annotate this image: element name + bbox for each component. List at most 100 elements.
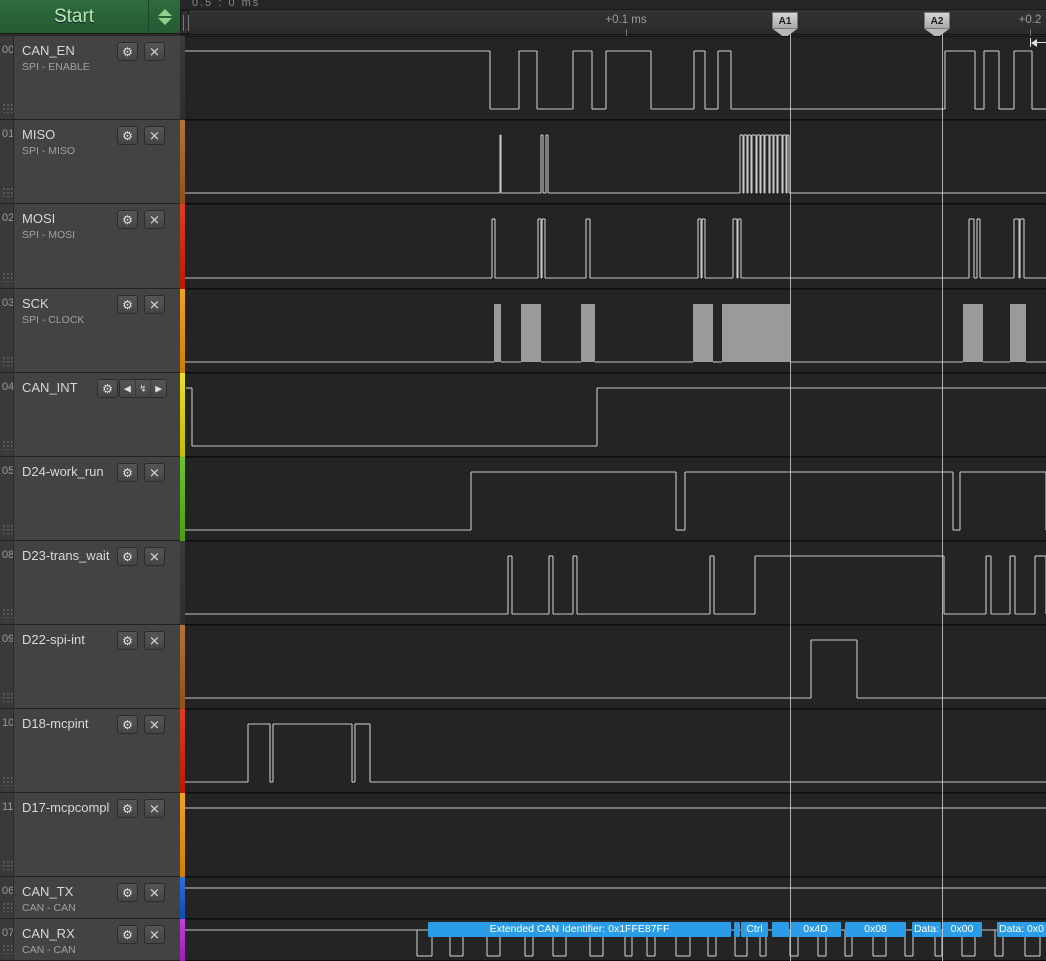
channel-remove-button[interactable]: ✕ <box>144 126 165 145</box>
gear-icon: ⚙ <box>122 128 133 143</box>
edge-type-button[interactable]: ↯ <box>136 380 152 397</box>
channel-body: CAN_INT ⚙ ◀ ↯ ▶ <box>13 373 180 456</box>
channel-row-can_en[interactable]: 00 CAN_EN SPI - ENABLE ⚙ ✕ <box>0 36 180 120</box>
waveform-trace <box>185 807 1046 809</box>
channel-remove-button[interactable]: ✕ <box>144 715 165 734</box>
close-icon: ✕ <box>149 717 160 732</box>
waveform-trace <box>185 471 1046 531</box>
channel-body: D17-mcpcompl ⚙ ✕ <box>13 793 180 876</box>
waveform-row-mosi[interactable] <box>185 204 1046 289</box>
waveform-row-can_int[interactable] <box>185 373 1046 457</box>
waveform-row-can_rx[interactable]: Extended CAN Identifier: 0x1FFE87FF Ctrl 0… <box>185 919 1046 961</box>
capture-mode-spinner[interactable] <box>148 0 180 34</box>
waveform-row-sck[interactable] <box>185 289 1046 373</box>
start-button[interactable]: Start <box>0 0 148 34</box>
channel-body: D22-spi-int ⚙ ✕ <box>13 625 180 708</box>
waveform-row-can_en[interactable] <box>185 36 1046 120</box>
channel-settings-button[interactable]: ⚙ <box>117 42 138 61</box>
channel-settings-button[interactable]: ⚙ <box>117 463 138 482</box>
timeline-tick-mark <box>626 29 627 36</box>
spinner-down-icon[interactable] <box>157 18 172 25</box>
waveform-area[interactable]: Extended CAN Identifier: 0x1FFE87FF Ctrl 0… <box>185 36 1046 961</box>
channel-settings-button[interactable]: ⚙ <box>117 799 138 818</box>
channel-row-can_tx[interactable]: 06 CAN_TX CAN - CAN ⚙ ✕ <box>0 877 180 919</box>
channel-row-d18-mcpint[interactable]: 10 D18-mcpint ⚙ ✕ <box>0 709 180 793</box>
waveform-trace <box>185 50 1046 110</box>
close-icon: ✕ <box>149 44 160 59</box>
channel-remove-button[interactable]: ✕ <box>144 883 165 902</box>
gear-icon: ⚙ <box>122 801 133 816</box>
channel-body: CAN_TX CAN - CAN ⚙ ✕ <box>13 877 180 918</box>
waveform-trace <box>185 639 1046 699</box>
close-icon: ✕ <box>149 549 160 564</box>
start-bar: Start <box>0 0 180 34</box>
channel-remove-button[interactable]: ✕ <box>144 547 165 566</box>
marker-label: A1 <box>778 16 792 27</box>
channel-settings-button[interactable]: ⚙ <box>117 715 138 734</box>
waveform-row-d18-mcpint[interactable] <box>185 709 1046 793</box>
waveform-trace <box>185 134 1046 194</box>
channel-settings-button[interactable]: ⚙ <box>117 295 138 314</box>
channel-row-miso[interactable]: 01 MISO SPI - MISO ⚙ ✕ <box>0 120 180 204</box>
timeline-tick-label: +0.1 ms <box>605 14 647 26</box>
channel-row-can_int[interactable]: 04 CAN_INT ⚙ ◀ ↯ ▶ <box>0 373 180 457</box>
channel-remove-button[interactable]: ✕ <box>144 631 165 650</box>
timeline-ruler[interactable]: +0.1 ms +0.2 <box>180 9 1046 36</box>
channel-body: CAN_EN SPI - ENABLE ⚙ ✕ <box>13 36 180 119</box>
channel-name-label: CAN_EN <box>22 43 75 58</box>
close-icon: ✕ <box>149 297 160 312</box>
waveform-row-can_tx[interactable] <box>185 877 1046 919</box>
waveform-row-d17-mcpcompl[interactable] <box>185 793 1046 877</box>
channel-row-d23-trans_wait[interactable]: 08 D23-trans_wait ⚙ ✕ <box>0 541 180 625</box>
channel-protocol-label: SPI - MOSI <box>22 229 76 241</box>
channel-row-mosi[interactable]: 02 MOSI SPI - MOSI ⚙ ✕ <box>0 204 180 289</box>
channel-row-d22-spi-int[interactable]: 09 D22-spi-int ⚙ ✕ <box>0 625 180 709</box>
waveform-row-d22-spi-int[interactable] <box>185 625 1046 709</box>
channel-name-label: SCK <box>22 296 49 311</box>
channel-protocol-label: SPI - MISO <box>22 145 76 157</box>
channel-settings-button[interactable]: ⚙ <box>97 379 118 398</box>
timeline-tick-mark <box>1030 29 1031 36</box>
close-icon: ✕ <box>149 927 160 942</box>
waveform-trace <box>185 723 1046 783</box>
edge-navigation-group[interactable]: ◀ ↯ ▶ <box>119 379 167 398</box>
prev-arrow-icon: ◀ <box>123 383 131 393</box>
next-edge-button[interactable]: ▶ <box>151 380 166 397</box>
channel-remove-button[interactable]: ✕ <box>144 295 165 314</box>
timeline-marker-a2[interactable]: A2 <box>924 12 950 38</box>
timeline-scroll-handle[interactable] <box>180 10 189 34</box>
channel-body: SCK SPI - CLOCK ⚙ ✕ <box>13 289 180 372</box>
channel-remove-button[interactable]: ✕ <box>144 799 165 818</box>
channel-row-can_rx[interactable]: 07 CAN_RX CAN - CAN ⚙ ✕ <box>0 919 180 961</box>
channel-name-label: D18-mcpint <box>22 716 89 731</box>
channel-row-d24-work_run[interactable]: 05 D24-work_run ⚙ ✕ <box>0 457 180 541</box>
waveform-row-d24-work_run[interactable] <box>185 457 1046 541</box>
close-icon: ✕ <box>149 633 160 648</box>
channel-settings-button[interactable]: ⚙ <box>117 883 138 902</box>
channel-settings-button[interactable]: ⚙ <box>117 126 138 145</box>
channel-name-label: D24-work_run <box>22 464 104 479</box>
channel-settings-button[interactable]: ⚙ <box>117 547 138 566</box>
marker-label: A2 <box>930 16 944 27</box>
gear-icon: ⚙ <box>122 44 133 59</box>
gear-icon: ⚙ <box>122 465 133 480</box>
prev-edge-button[interactable]: ◀ <box>120 380 136 397</box>
channel-remove-button[interactable]: ✕ <box>144 42 165 61</box>
channel-row-sck[interactable]: 03 SCK SPI - CLOCK ⚙ ✕ <box>0 289 180 373</box>
channel-remove-button[interactable]: ✕ <box>144 210 165 229</box>
channel-row-d17-mcpcompl[interactable]: 11 D17-mcpcompl ⚙ ✕ <box>0 793 180 877</box>
channel-settings-button[interactable]: ⚙ <box>117 925 138 944</box>
channel-remove-button[interactable]: ✕ <box>144 463 165 482</box>
waveform-row-miso[interactable] <box>185 120 1046 204</box>
gear-icon: ⚙ <box>122 549 133 564</box>
timeline-marker-a1[interactable]: A1 <box>772 12 798 38</box>
channel-name-label: CAN_TX <box>22 884 74 899</box>
spinner-up-icon[interactable] <box>157 9 172 16</box>
channel-remove-button[interactable]: ✕ <box>144 925 165 944</box>
channel-body: MISO SPI - MISO ⚙ ✕ <box>13 120 180 203</box>
timeline-header: 0.5 : 0 ms +0.1 ms +0.2 A1 A2 <box>180 0 1046 38</box>
channel-settings-button[interactable]: ⚙ <box>117 631 138 650</box>
gear-icon: ⚙ <box>122 212 133 227</box>
waveform-row-d23-trans_wait[interactable] <box>185 541 1046 625</box>
channel-settings-button[interactable]: ⚙ <box>117 210 138 229</box>
